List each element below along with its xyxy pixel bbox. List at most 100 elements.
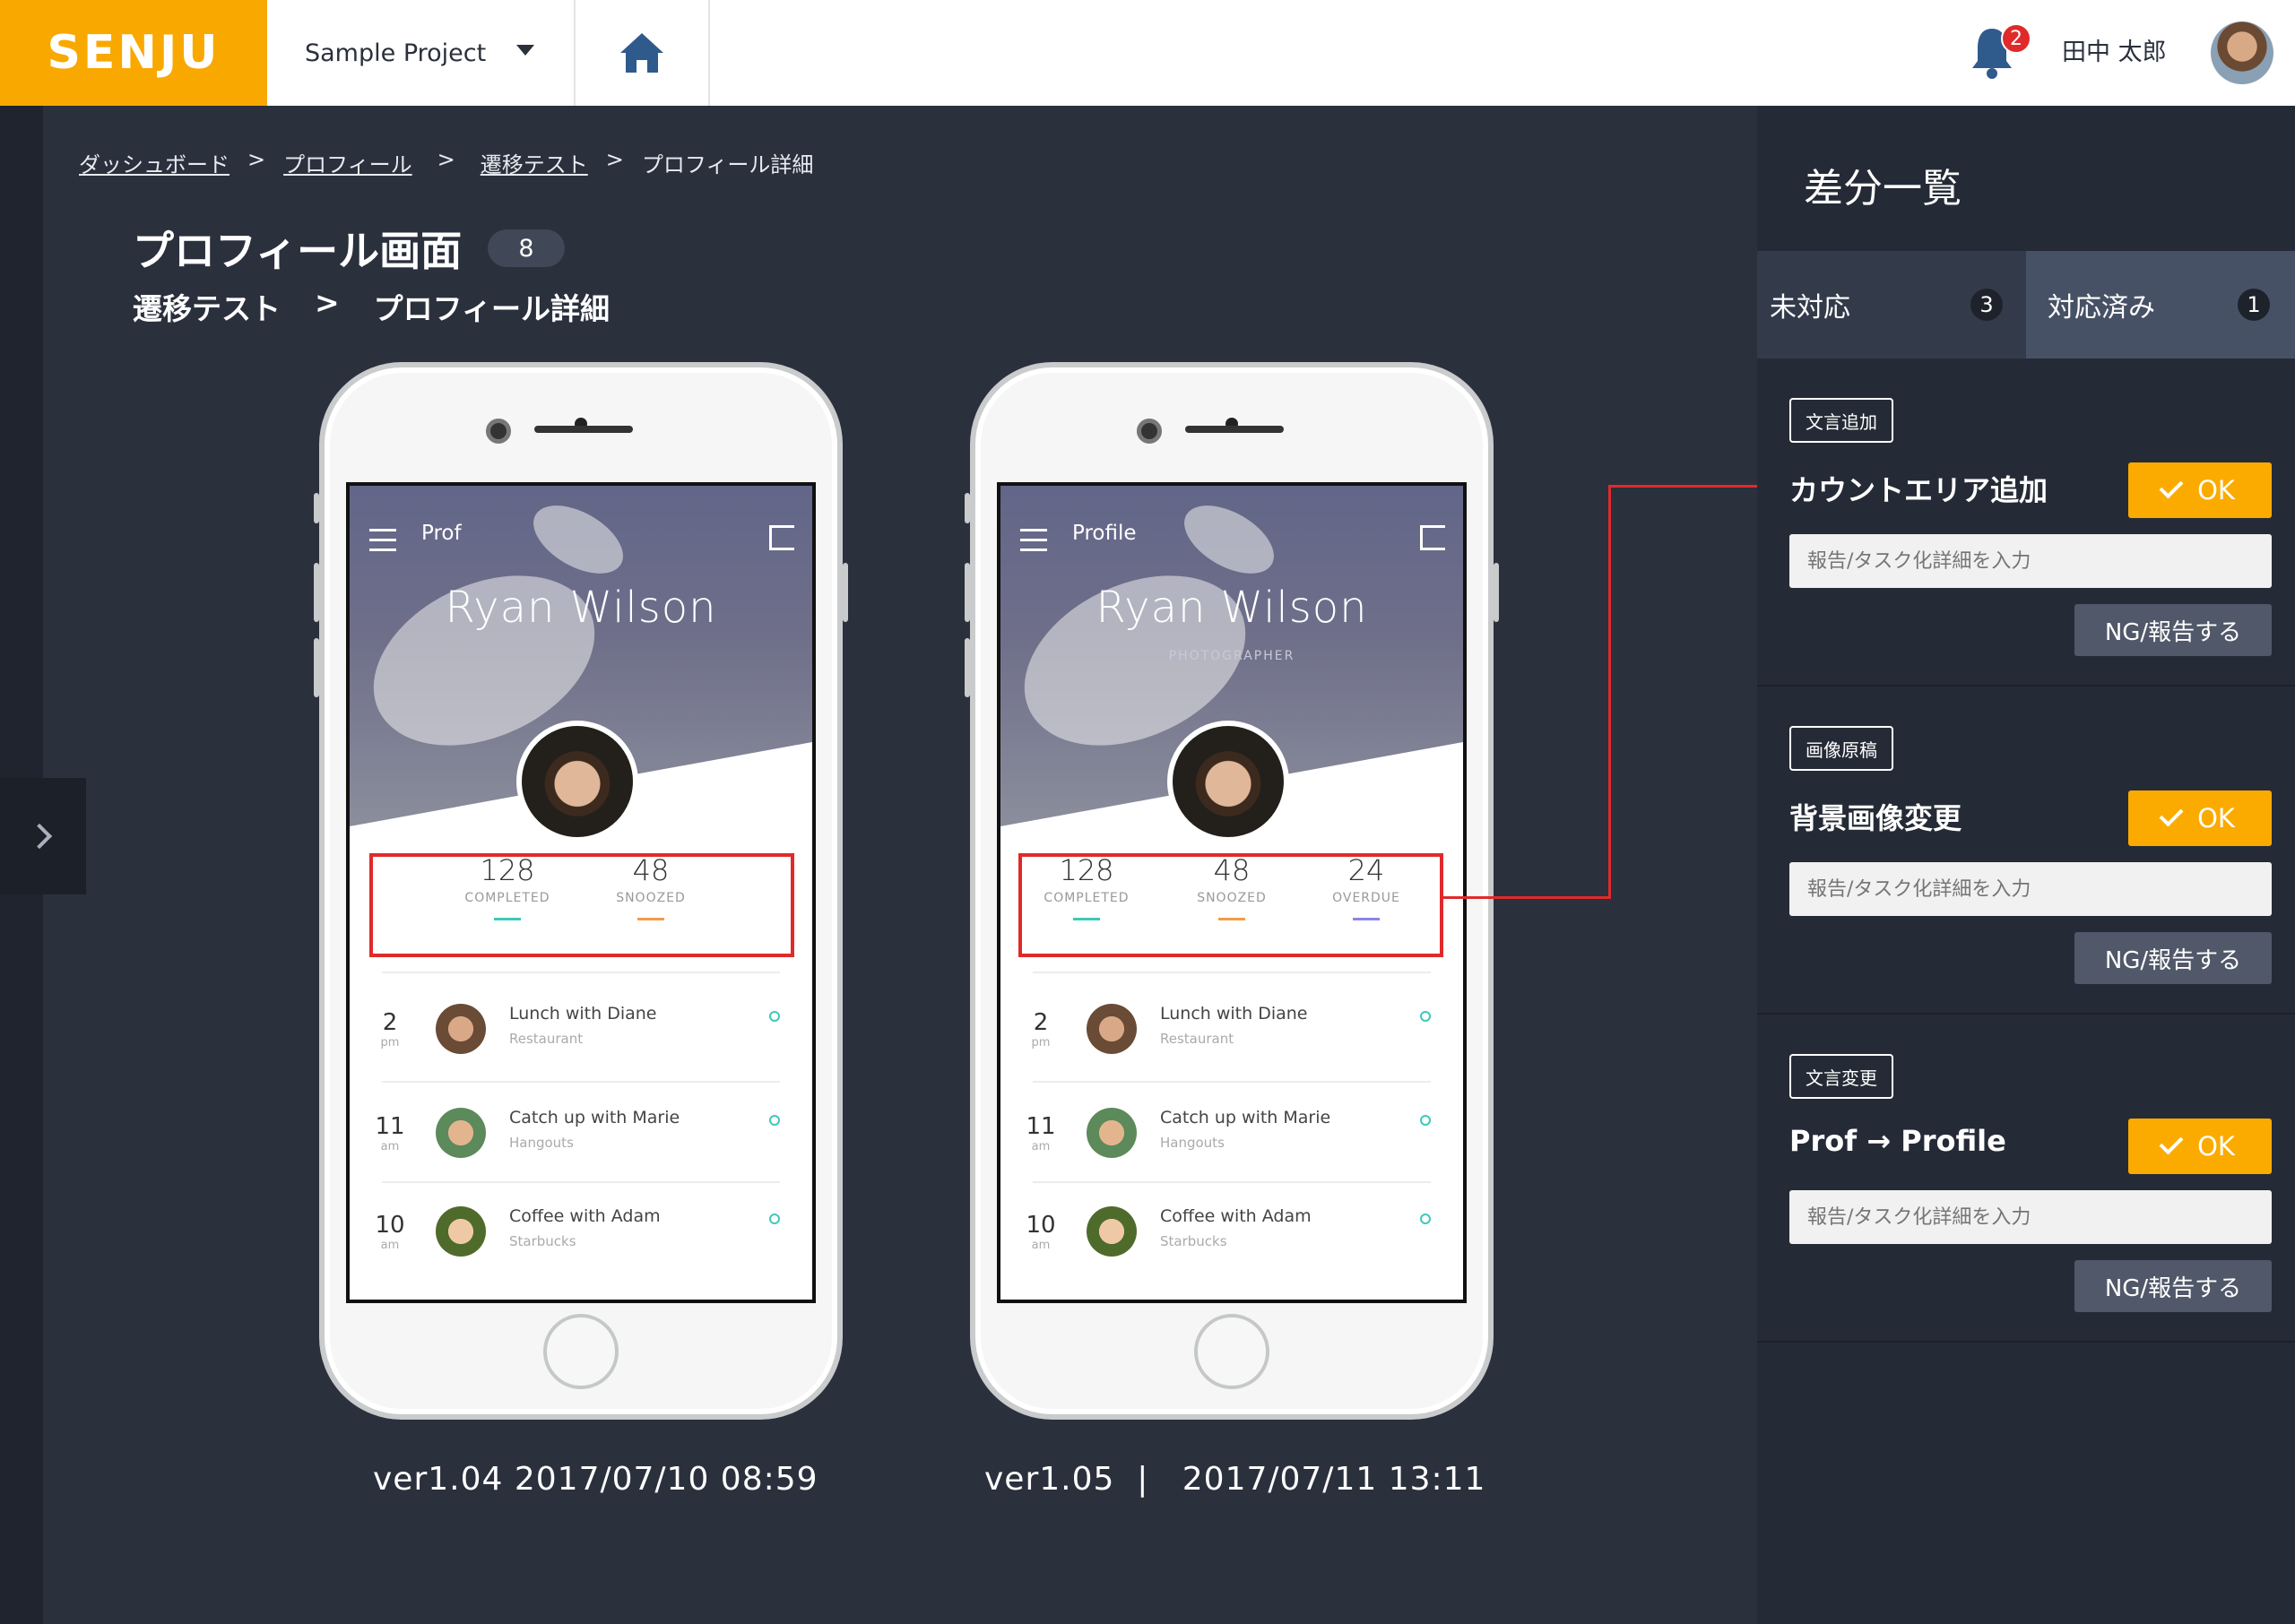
event-title: Coffee with Adam: [1160, 1206, 1312, 1226]
tab-resolved[interactable]: 対応済み 1: [2026, 251, 2295, 358]
divider: [382, 1181, 780, 1183]
event-place: Restaurant: [509, 1031, 584, 1047]
divider: [1033, 1181, 1431, 1183]
event-ampm: pm: [380, 1036, 400, 1050]
diff-label: 背景画像変更: [1789, 801, 1962, 835]
event-time: 10 am: [1018, 1212, 1063, 1252]
status-dot-icon: [769, 1115, 780, 1126]
phone-side-button: [965, 493, 970, 523]
diff-connector-line: [1608, 485, 1611, 899]
event-title: Catch up with Marie: [509, 1108, 680, 1127]
status-dot-icon: [1420, 1214, 1431, 1224]
home-button[interactable]: [576, 0, 710, 106]
diff-tag: 文言追加: [1789, 398, 1893, 443]
senju-logo[interactable]: SENJU: [0, 0, 267, 106]
bird-image: [522, 491, 635, 588]
report-input[interactable]: [1789, 862, 2272, 916]
event-ampm: am: [380, 1239, 400, 1252]
profile-header-title: Prof: [421, 522, 462, 545]
profile-name: Ryan Wilson: [445, 583, 717, 633]
event-title: Lunch with Diane: [509, 1004, 657, 1024]
divider: [1033, 972, 1431, 973]
phone-speaker: [1185, 426, 1284, 433]
profile-name: Ryan Wilson: [1096, 583, 1368, 633]
tab-label: 未対応: [1770, 292, 1850, 324]
profile-job: PHOTOGRAPHER: [1168, 649, 1295, 663]
tab-count: 1: [2238, 289, 2270, 321]
diff-highlight-box[interactable]: [369, 853, 794, 957]
phone-home-button: [543, 1314, 619, 1389]
phone-side-button: [1494, 563, 1499, 622]
diff-item: 画像原稿 背景画像変更 OK NG/報告する: [1757, 687, 2295, 1015]
event-ampm: am: [380, 1140, 400, 1153]
list-item[interactable]: 11 am Catch up with Marie Hangouts: [350, 1104, 812, 1201]
diff-item: 文言追加 カウントエリア追加 OK NG/報告する: [1757, 358, 2295, 687]
event-hour: 10: [1026, 1212, 1056, 1239]
diff-highlight-box[interactable]: [1018, 853, 1443, 957]
report-input[interactable]: [1789, 534, 2272, 588]
event-place: Hangouts: [1160, 1135, 1225, 1151]
breadcrumb-transition-test[interactable]: 遷移テスト: [481, 147, 588, 178]
diff-count-badge: 8: [488, 229, 565, 267]
project-selector[interactable]: Sample Project: [267, 0, 576, 106]
ok-button[interactable]: OK: [2128, 790, 2272, 846]
tab-count: 3: [1970, 289, 2003, 321]
status-dot-icon: [769, 1011, 780, 1022]
avatar: [1087, 1206, 1137, 1257]
avatar: [436, 1206, 486, 1257]
logout-icon[interactable]: [1420, 525, 1445, 550]
status-dot-icon: [769, 1214, 780, 1224]
divider: [1033, 1081, 1431, 1083]
check-icon: [2159, 802, 2184, 827]
event-place: Starbucks: [1160, 1233, 1227, 1249]
event-hour: 10: [375, 1212, 405, 1239]
list-item[interactable]: 11 am Catch up with Marie Hangouts: [1000, 1104, 1463, 1201]
phone-speaker: [534, 426, 633, 433]
event-time: 11 am: [368, 1113, 412, 1153]
phone-front-camera: [486, 419, 511, 444]
diff-connector-line: [1443, 896, 1610, 899]
report-input[interactable]: [1789, 1190, 2272, 1244]
phone-side-button: [965, 563, 970, 622]
panel-title: 差分一覧: [1804, 166, 1962, 212]
breadcrumb-dashboard[interactable]: ダッシュボード: [79, 147, 230, 178]
profile-avatar: [1167, 721, 1289, 842]
user-name[interactable]: 田中 太郎: [2062, 32, 2167, 67]
subtitle-from: 遷移テスト: [133, 291, 281, 326]
list-item[interactable]: 10 am Coffee with Adam Starbucks: [1000, 1203, 1463, 1300]
version-label-new: ver1.05 | 2017/07/11 13:11: [984, 1461, 1486, 1498]
menu-icon[interactable]: [1020, 529, 1047, 558]
status-dot-icon: [1420, 1011, 1431, 1022]
breadcrumb-separator: >: [247, 147, 266, 172]
ok-button[interactable]: OK: [2128, 462, 2272, 518]
page-subtitle: 遷移テスト > プロフィール詳細: [133, 285, 610, 328]
ok-button[interactable]: OK: [2128, 1119, 2272, 1174]
version-label-old: ver1.04 2017/07/10 08:59: [373, 1461, 818, 1498]
tab-label: 対応済み: [2048, 292, 2155, 324]
project-name: Sample Project: [305, 39, 487, 67]
ng-report-button[interactable]: NG/報告する: [2074, 604, 2272, 656]
diff-item: 文言変更 Prof → Profile OK NG/報告する: [1757, 1015, 2295, 1343]
ng-report-button[interactable]: NG/報告する: [2074, 1260, 2272, 1312]
ng-report-button[interactable]: NG/報告する: [2074, 932, 2272, 984]
diff-list-panel: 差分一覧 未対応 3 対応済み 1 文言追加 カウントエリア追加 OK NG/報…: [1757, 106, 2295, 1624]
divider: [382, 1081, 780, 1083]
logout-icon[interactable]: [769, 525, 794, 550]
sidebar-expand-button[interactable]: [0, 778, 86, 894]
diff-tag: 文言変更: [1789, 1054, 1893, 1099]
menu-icon[interactable]: [369, 529, 396, 558]
tab-unresolved[interactable]: 未対応 3: [1757, 251, 2026, 358]
breadcrumb-current: プロフィール詳細: [641, 152, 814, 177]
avatar: [1087, 1108, 1137, 1158]
list-item[interactable]: 10 am Coffee with Adam Starbucks: [350, 1203, 812, 1300]
event-title: Lunch with Diane: [1160, 1004, 1308, 1024]
event-hour: 2: [1033, 1009, 1049, 1036]
diff-label: カウントエリア追加: [1789, 473, 2048, 507]
profile-header-title: Profile: [1072, 522, 1137, 545]
event-ampm: am: [1031, 1140, 1051, 1153]
event-place: Restaurant: [1160, 1031, 1234, 1047]
bird-image: [1173, 491, 1286, 588]
profile-avatar: [516, 721, 638, 842]
breadcrumb-profile[interactable]: プロフィール: [283, 147, 412, 178]
avatar[interactable]: [2211, 22, 2273, 84]
